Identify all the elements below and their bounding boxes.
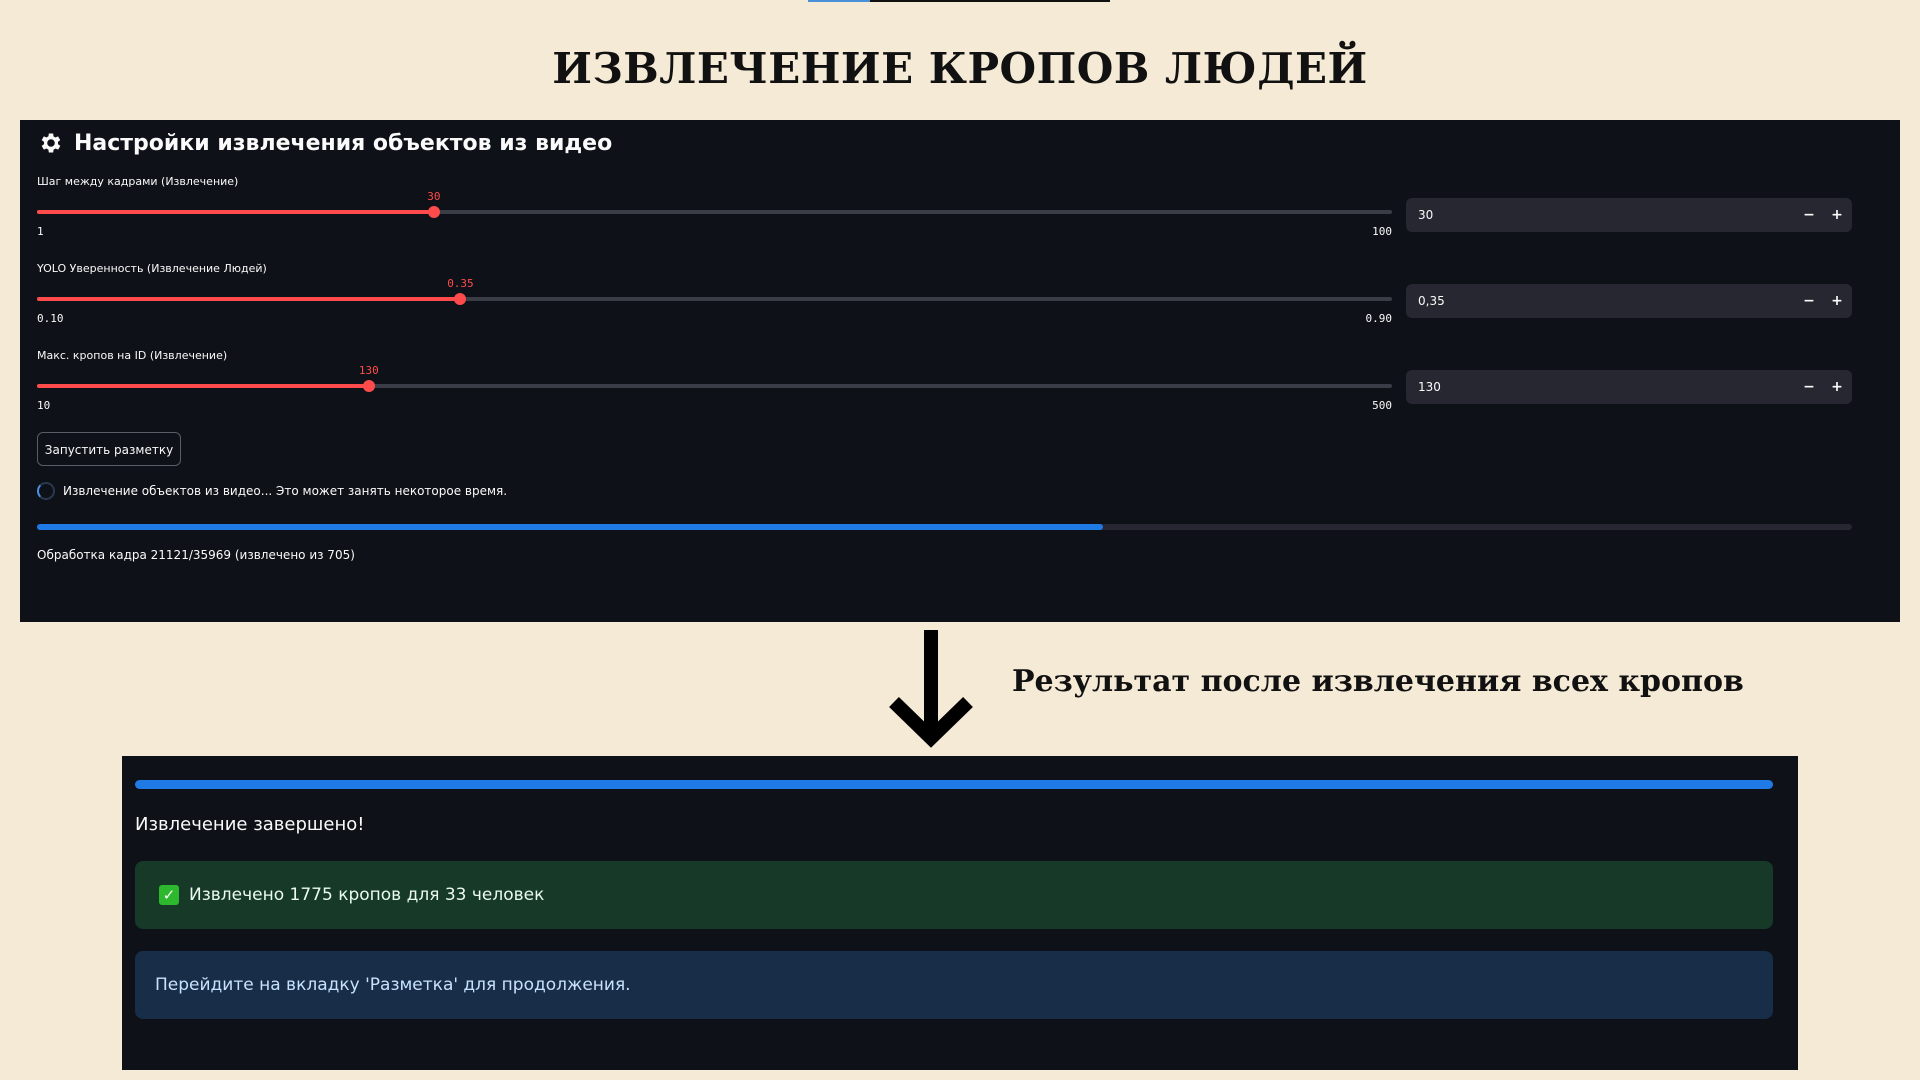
slider-current-value: 30 <box>427 190 441 203</box>
settings-title: Настройки извлечения объектов из видео <box>74 130 613 156</box>
slider-max: 0.90 <box>1365 312 1393 325</box>
info-alert: Перейдите на вкладку 'Разметка' для прод… <box>135 951 1773 1019</box>
extraction-progress-bar <box>37 524 1852 530</box>
slider-fill <box>37 384 369 388</box>
slider-fill <box>37 210 434 214</box>
slider-track[interactable] <box>37 206 1392 218</box>
progress-status-text: Обработка кадра 21121/35969 (извлечено и… <box>37 548 355 562</box>
check-icon: ✓ <box>159 885 179 905</box>
slider-current-value: 130 <box>358 364 379 377</box>
slider-track[interactable] <box>37 380 1392 392</box>
run-markup-button[interactable]: Запустить разметку <box>37 432 181 466</box>
slider-current-value: 0.35 <box>447 277 474 290</box>
input-value[interactable]: 0,35 <box>1418 284 1445 318</box>
input-value[interactable]: 130 <box>1418 370 1441 404</box>
decrement-button[interactable]: − <box>1796 370 1822 404</box>
yolo-confidence-slider[interactable]: YOLO Уверенность (Извлечение Людей) 0.35… <box>37 262 1392 334</box>
slider-fill <box>37 297 461 301</box>
increment-button[interactable]: + <box>1824 198 1850 232</box>
slider-min: 1 <box>37 225 44 238</box>
slider-label: YOLO Уверенность (Извлечение Людей) <box>37 262 267 275</box>
success-text: Извлечено 1775 кропов для 33 человек <box>189 885 545 905</box>
gear-icon <box>41 133 61 153</box>
status-text: Извлечение объектов из видео... Это може… <box>63 484 508 498</box>
result-caption: Результат после извлечения всех кропов <box>1012 664 1744 699</box>
completed-progress-bar <box>135 780 1773 789</box>
success-alert: ✓ Извлечено 1775 кропов для 33 человек <box>135 861 1773 929</box>
increment-button[interactable]: + <box>1824 284 1850 318</box>
frame-step-input[interactable]: 30 − + <box>1406 198 1852 232</box>
slider-label: Макс. кропов на ID (Извлечение) <box>37 349 228 362</box>
result-panel: Извлечение завершено! ✓ Извлечено 1775 к… <box>122 756 1798 1070</box>
settings-panel: Настройки извлечения объектов из видео Ш… <box>20 120 1900 622</box>
slider-thumb[interactable] <box>454 293 467 305</box>
done-text: Извлечение завершено! <box>135 814 365 835</box>
slider-thumb[interactable] <box>427 206 440 218</box>
progress-fill <box>37 524 1103 530</box>
slider-max: 100 <box>1372 225 1392 238</box>
input-value[interactable]: 30 <box>1418 198 1433 232</box>
slider-track[interactable] <box>37 293 1392 305</box>
top-rule <box>808 0 1110 2</box>
decrement-button[interactable]: − <box>1796 198 1822 232</box>
decrement-button[interactable]: − <box>1796 284 1822 318</box>
slider-thumb[interactable] <box>362 380 375 392</box>
slider-min: 0.10 <box>37 312 64 325</box>
slider-min: 10 <box>37 399 51 412</box>
yolo-confidence-input[interactable]: 0,35 − + <box>1406 284 1852 318</box>
page-title: ИЗВЛЕЧЕНИЕ КРОПОВ ЛЮДЕЙ <box>552 44 1368 93</box>
status-row: Извлечение объектов из видео... Это може… <box>37 482 507 500</box>
increment-button[interactable]: + <box>1824 370 1850 404</box>
info-text: Перейдите на вкладку 'Разметка' для прод… <box>155 975 631 995</box>
max-crops-input[interactable]: 130 − + <box>1406 370 1852 404</box>
slider-max: 500 <box>1372 399 1392 412</box>
frame-step-slider[interactable]: Шаг между кадрами (Извлечение) 30 1 100 <box>37 175 1392 247</box>
settings-header: Настройки извлечения объектов из видео <box>38 128 612 158</box>
arrow-down-icon <box>889 630 973 748</box>
slider-label: Шаг между кадрами (Извлечение) <box>37 175 239 188</box>
max-crops-slider[interactable]: Макс. кропов на ID (Извлечение) 130 10 5… <box>37 349 1392 421</box>
spinner-icon <box>37 482 55 500</box>
